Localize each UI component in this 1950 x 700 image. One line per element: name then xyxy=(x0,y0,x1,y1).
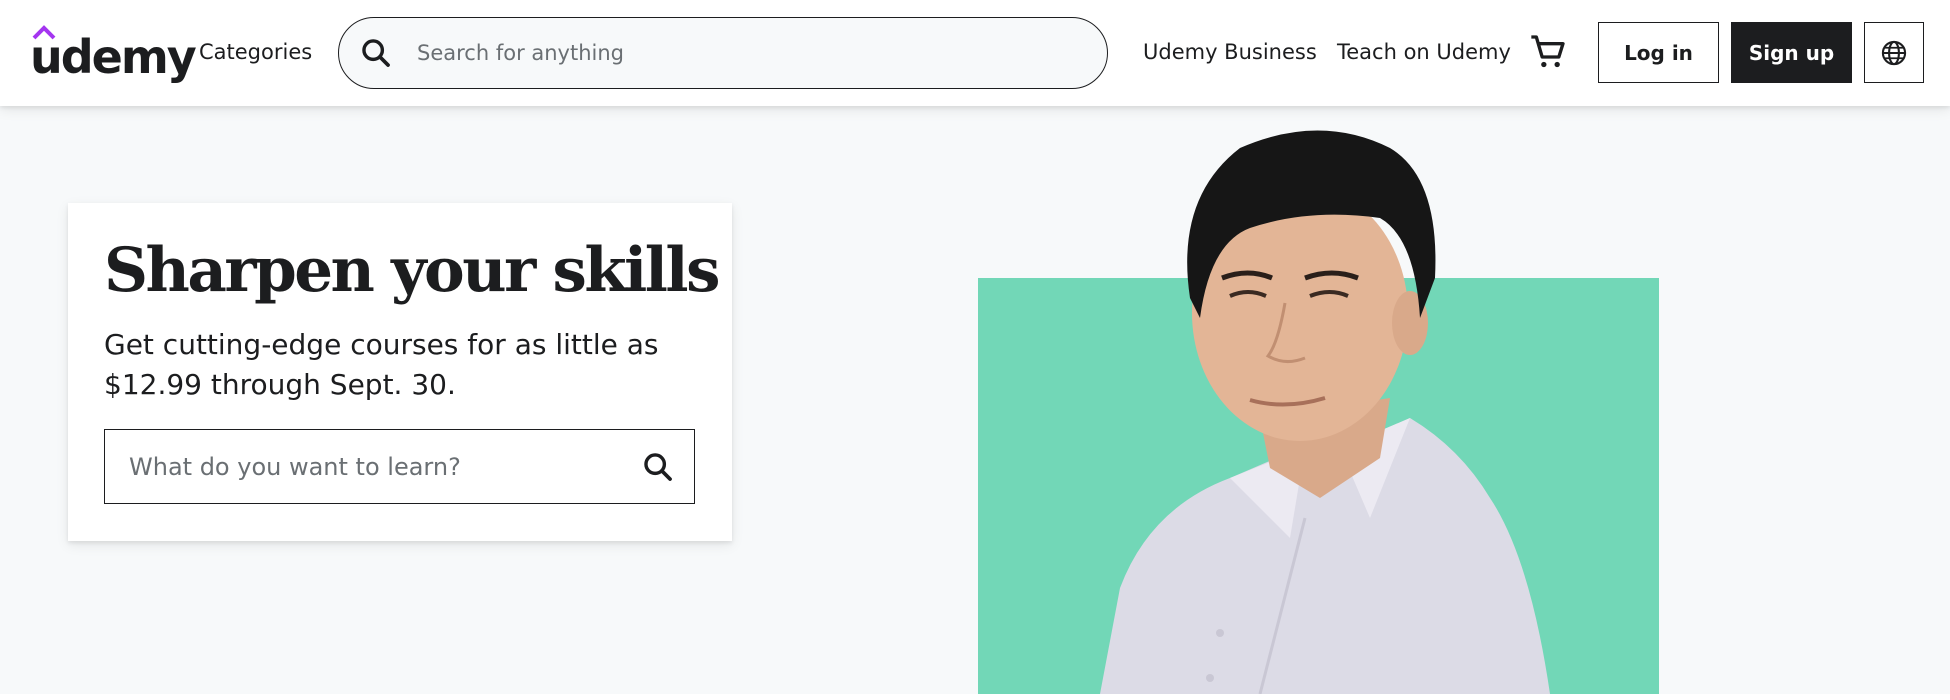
hero-subtitle: Get cutting-edge courses for as little a… xyxy=(104,328,659,401)
header-search-input[interactable] xyxy=(417,32,1077,74)
hero-banner: Sharpen your skills Get cutting-edge cou… xyxy=(0,106,1950,694)
teach-on-udemy-link[interactable]: Teach on Udemy xyxy=(1337,40,1511,64)
top-navigation-bar: udemy Categories Udemy Business Teach on… xyxy=(0,0,1950,106)
udemy-business-link[interactable]: Udemy Business xyxy=(1143,40,1317,64)
search-icon[interactable] xyxy=(359,36,393,70)
login-button[interactable]: Log in xyxy=(1598,22,1719,83)
hero-search-box[interactable] xyxy=(104,429,695,504)
hero-card: Sharpen your skills Get cutting-edge cou… xyxy=(68,203,732,541)
categories-link[interactable]: Categories xyxy=(199,40,312,64)
cart-icon[interactable] xyxy=(1528,32,1568,72)
hero-title: Sharpen your skills xyxy=(104,235,720,306)
page-divider xyxy=(0,694,1950,700)
hero-search-icon[interactable] xyxy=(641,450,675,484)
logo-text: udemy xyxy=(30,30,197,84)
logo-hat-icon xyxy=(32,25,56,40)
udemy-logo[interactable]: udemy xyxy=(30,24,197,80)
language-button[interactable] xyxy=(1864,22,1924,83)
globe-icon xyxy=(1881,40,1907,65)
signup-button[interactable]: Sign up xyxy=(1731,22,1852,83)
header-search-bar[interactable] xyxy=(338,17,1108,89)
hero-search-input[interactable] xyxy=(129,446,609,488)
hero-person-image xyxy=(1100,130,1550,694)
